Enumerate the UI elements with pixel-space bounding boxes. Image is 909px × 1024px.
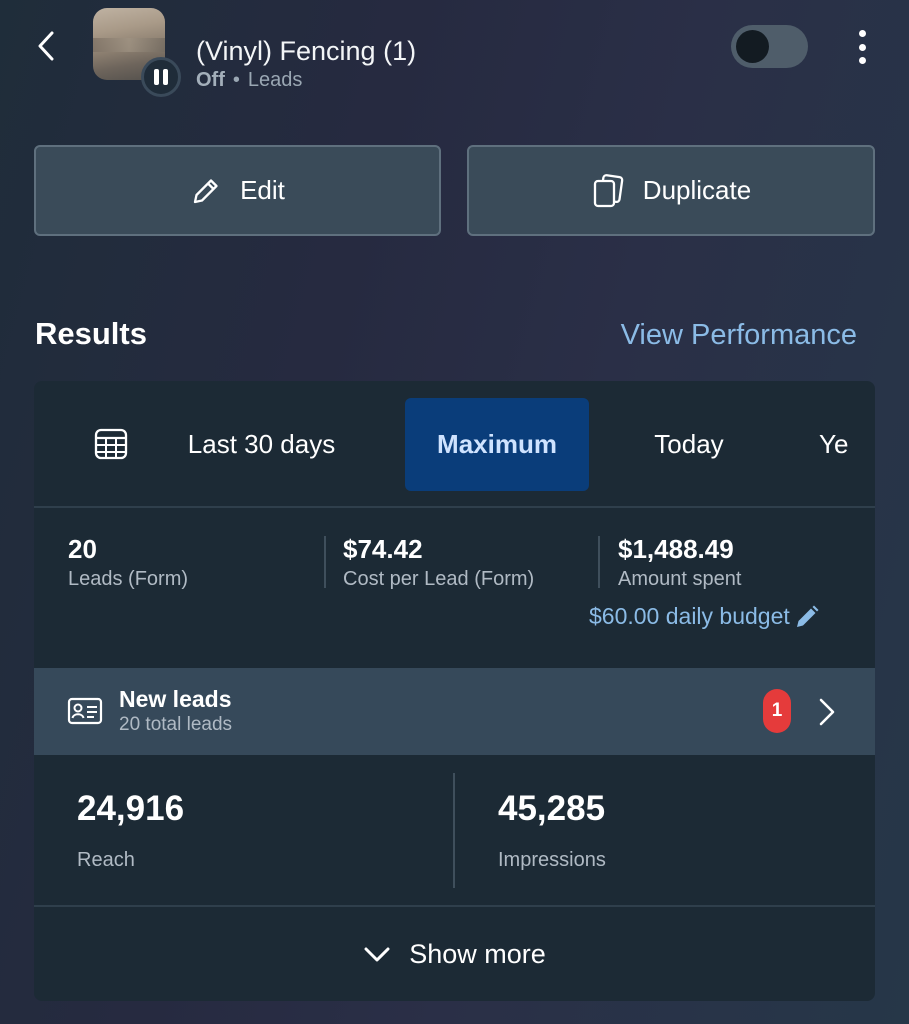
- status-label: Off: [196, 69, 225, 91]
- more-options-button[interactable]: [846, 26, 878, 68]
- divider: [453, 773, 455, 888]
- divider: [324, 536, 326, 588]
- edit-label: Edit: [240, 175, 285, 205]
- pencil-icon: [193, 178, 218, 203]
- metric-leads: 20 Leads (Form): [68, 534, 188, 591]
- back-button[interactable]: [26, 24, 66, 68]
- pencil-icon: [796, 605, 819, 627]
- new-leads-title: New leads: [119, 686, 232, 712]
- reach-impressions-row: 24,916 Reach 45,285 Impressions: [34, 755, 875, 907]
- divider: [598, 536, 600, 588]
- stat-impressions: 45,285 Impressions: [498, 789, 606, 872]
- stat-reach: 24,916 Reach: [77, 789, 184, 872]
- chevron-right-icon: [819, 698, 835, 726]
- metric-label: Cost per Lead (Form): [343, 568, 535, 590]
- metric-label: Leads (Form): [68, 568, 189, 590]
- stat-label: Impressions: [498, 849, 606, 871]
- edit-button[interactable]: Edit: [34, 145, 441, 236]
- toggle-knob: [736, 30, 769, 63]
- metric-label: Amount spent: [618, 568, 742, 590]
- campaign-toggle[interactable]: [731, 25, 808, 68]
- metric-value: $1,488.49: [618, 534, 734, 564]
- show-more-label: Show more: [409, 939, 546, 969]
- stat-value: 24,916: [77, 789, 185, 828]
- daily-budget-link[interactable]: $60.00 daily budget: [589, 603, 820, 630]
- duplicate-label: Duplicate: [642, 175, 752, 205]
- tab-last-30-days[interactable]: Last 30 days: [164, 398, 359, 491]
- metric-amount-spent: $1,488.49 Amount spent: [618, 534, 741, 591]
- tab-maximum[interactable]: Maximum: [405, 398, 589, 491]
- stat-label: Reach: [77, 849, 135, 871]
- pause-icon: [141, 57, 181, 97]
- stat-value: 45,285: [498, 789, 606, 828]
- metric-cost-per-lead: $74.42 Cost per Lead (Form): [343, 534, 534, 591]
- campaign-title: (Vinyl) Fencing (1): [196, 36, 417, 66]
- date-range-tabs: Last 30 days Maximum Today Ye: [34, 381, 875, 508]
- show-more-button[interactable]: Show more: [34, 908, 875, 1001]
- results-card: Last 30 days Maximum Today Ye 20 Leads (…: [34, 381, 875, 1001]
- metrics-row: 20 Leads (Form) $74.42 Cost per Lead (Fo…: [34, 508, 875, 668]
- new-leads-subtitle: 20 total leads: [119, 714, 233, 735]
- calendar-grid-icon: [94, 428, 128, 460]
- new-leads-row[interactable]: New leads 20 total leads 1: [34, 668, 875, 755]
- chevron-down-icon: [364, 947, 390, 961]
- objective-label: Leads: [247, 69, 303, 91]
- new-leads-count-badge: 1: [763, 689, 791, 733]
- back-chevron-icon: [38, 31, 54, 61]
- tab-yesterday[interactable]: Ye: [804, 398, 875, 491]
- results-heading: Results: [35, 316, 147, 351]
- custom-date-button[interactable]: [94, 427, 134, 467]
- metric-value: $74.42: [343, 534, 423, 564]
- duplicate-button[interactable]: Duplicate: [467, 145, 875, 236]
- duplicate-icon: [593, 173, 624, 207]
- separator-dot: •: [232, 69, 240, 91]
- metric-value: 20: [68, 534, 97, 564]
- lead-card-icon: [67, 697, 103, 725]
- daily-budget-label: $60.00 daily budget: [589, 603, 790, 629]
- more-vertical-icon: [858, 30, 866, 37]
- tab-today[interactable]: Today: [624, 398, 754, 491]
- campaign-subtitle: Off • Leads: [196, 69, 302, 92]
- view-performance-link[interactable]: View Performance: [621, 319, 857, 352]
